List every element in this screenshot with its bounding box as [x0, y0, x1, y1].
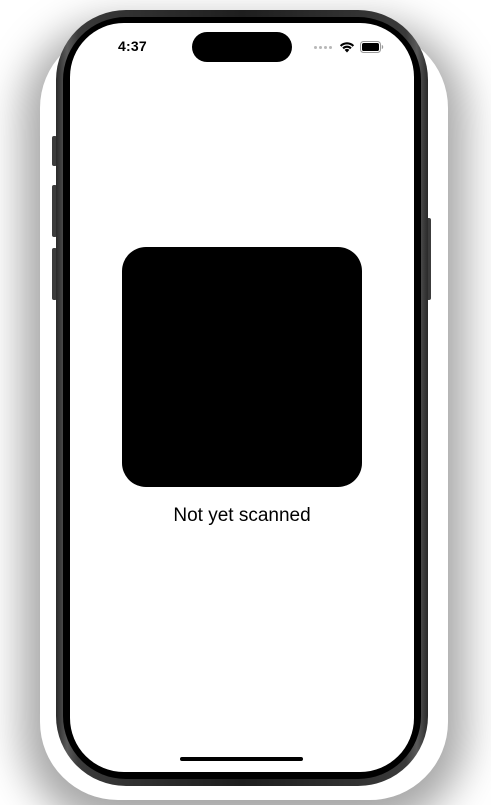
- dynamic-island: [192, 32, 292, 62]
- home-indicator[interactable]: [180, 757, 303, 761]
- wifi-icon: [339, 42, 355, 53]
- status-bar-time: 4:37: [118, 38, 147, 54]
- status-bar-indicators: [314, 40, 384, 54]
- cellular-dots-icon: [314, 45, 332, 49]
- battery-icon: [360, 41, 384, 53]
- scan-status-label: Not yet scanned: [173, 505, 311, 526]
- device-stage: 4:37 Not yet scanned: [0, 0, 491, 805]
- device-screen: 4:37 Not yet scanned: [70, 23, 414, 772]
- camera-preview[interactable]: [122, 247, 362, 487]
